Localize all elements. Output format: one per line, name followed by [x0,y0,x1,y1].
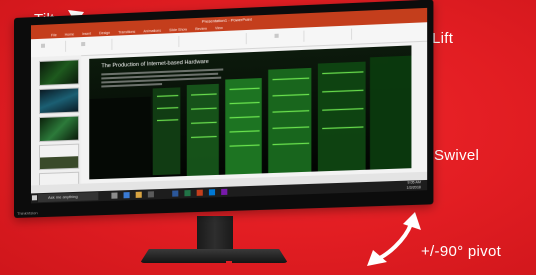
lift-label: Lift [432,30,454,47]
store-icon[interactable] [147,191,154,198]
tab-transitions[interactable]: Transitions [118,30,135,35]
tab-design[interactable]: Design [99,31,110,35]
powerpoint-icon[interactable] [196,189,203,196]
taskbar-search-box[interactable]: Ask me anything [38,192,99,203]
slide-thumbnail[interactable] [39,115,80,143]
slide-thumbnail[interactable] [39,59,80,86]
monitor-stand-base [140,249,288,263]
tab-slide-show[interactable]: Slide Show [169,28,187,33]
word-icon[interactable] [172,190,179,197]
pivot-label: +/-90° pivot [421,243,502,260]
monitor-screen: Presentation1 - PowerPoint File Home Ins… [30,7,428,204]
shapes-button[interactable] [274,33,279,38]
excel-icon[interactable] [184,190,191,197]
tab-animations[interactable]: Animations [143,29,161,34]
file-explorer-icon[interactable] [135,191,142,198]
tab-view[interactable]: View [215,26,223,30]
clock-date: 1/3/2018 [406,185,421,190]
ribbon-group-font [117,35,180,50]
windows-start-icon[interactable] [31,195,37,201]
outlook-icon[interactable] [208,189,216,196]
onenote-icon[interactable] [221,188,228,196]
ribbon-group-paragraph [184,33,247,47]
monitor: Presentation1 - PowerPoint File Home Ins… [14,0,434,218]
task-view-icon[interactable] [111,192,118,199]
slide-thumbnail[interactable] [39,143,80,171]
stand-logo-accent [226,261,232,263]
monitor-brand-logo: ThinkVision [16,210,38,216]
ribbon-group-slides [71,38,113,52]
taskbar-clock[interactable]: 9:05 AM 1/3/2018 [407,180,421,191]
ribbon-group-editing [309,28,353,42]
swivel-label: Swivel [434,147,480,164]
paste-button[interactable] [41,43,46,48]
current-slide: The Production of Internet-based Hardwar… [89,45,412,180]
monitor-stand-neck [197,216,233,254]
tab-review[interactable]: Review [195,27,207,32]
slide-thumbnail-pane [30,55,82,199]
slide-thumbnail[interactable] [39,87,80,115]
edge-icon[interactable] [123,192,130,199]
tab-file[interactable]: File [51,33,57,37]
new-slide-button[interactable] [81,41,86,47]
pivot-arrow-icon [367,212,421,266]
tab-insert[interactable]: Insert [82,32,91,36]
tab-home[interactable]: Home [65,32,74,36]
ribbon-group-clipboard [34,40,67,54]
